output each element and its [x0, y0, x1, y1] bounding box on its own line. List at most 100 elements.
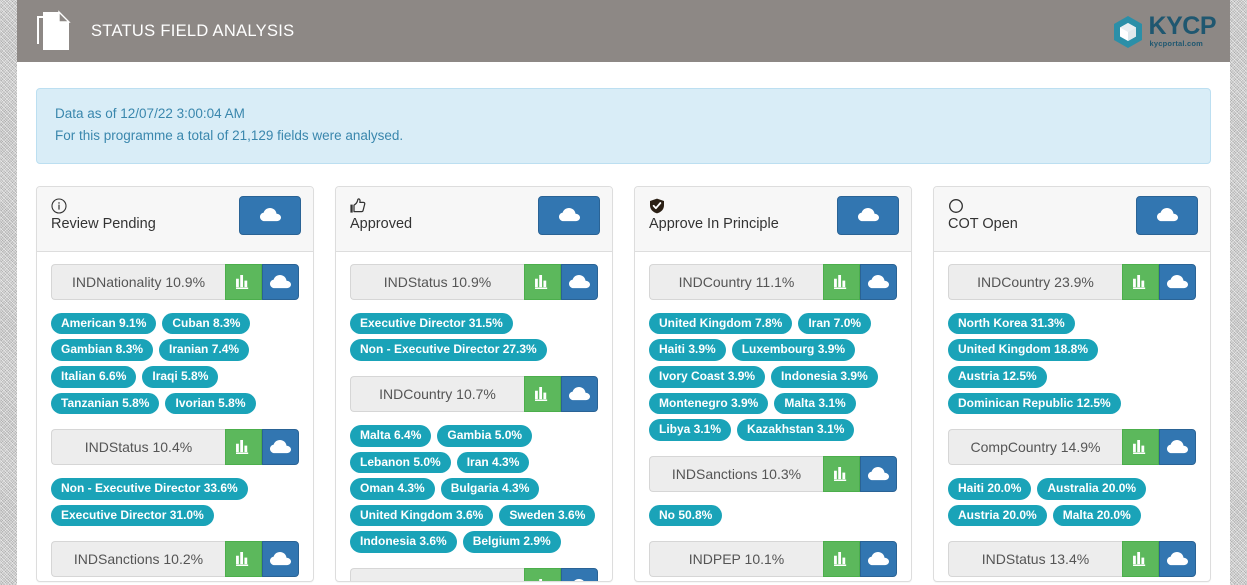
value-tag[interactable]: Libya 3.1%: [649, 419, 732, 441]
value-tag[interactable]: Ivory Coast 3.9%: [649, 365, 766, 388]
panel-download-button[interactable]: [239, 195, 301, 235]
value-tag[interactable]: Iran 7.0%: [798, 312, 872, 335]
field-download-button[interactable]: [1159, 429, 1196, 466]
value-tag[interactable]: Bulgaria 4.3%: [440, 478, 540, 500]
field-value-tags: Malta 6.4% Gambia 5.0% Lebanon 5.0% Iran 4.…: [350, 424, 598, 553]
status-panel: COT Open INDCountry 23.9% North Korea 31.3…: [933, 185, 1211, 582]
value-tag[interactable]: Non - Executive Director 27.3%: [350, 339, 547, 361]
cloud-download-icon: [259, 208, 281, 222]
value-tag[interactable]: Australia 20.0%: [1037, 478, 1147, 500]
field-value-tags: Executive Director 31.5% Non - Executive …: [350, 312, 598, 361]
value-tag[interactable]: Montenegro 3.9%: [649, 392, 769, 415]
field-label: INDCountry 11.1%: [649, 263, 823, 300]
bar-chart-icon: [236, 440, 251, 455]
value-tag[interactable]: Kazakhstan 3.1%: [737, 419, 855, 441]
field-chart-button[interactable]: [1122, 263, 1159, 300]
value-tag[interactable]: Lebanon 5.0%: [350, 451, 451, 474]
field-download-button[interactable]: [860, 541, 897, 578]
field-chart-button[interactable]: [524, 567, 561, 581]
value-tag[interactable]: Indonesia 3.6%: [350, 531, 457, 553]
field-row: INDSanctions 10.3%: [649, 455, 897, 492]
value-tag[interactable]: Iranian 7.4%: [159, 339, 250, 361]
value-tag[interactable]: Luxembourg 3.9%: [731, 339, 856, 361]
banner-data-timestamp: Data as of 12/07/22 3:00:04 AM: [55, 106, 245, 121]
field-download-button[interactable]: [262, 263, 299, 300]
value-tag[interactable]: Iraqi 5.8%: [142, 365, 219, 388]
panel-download-button[interactable]: [538, 195, 600, 235]
panel-download-button[interactable]: [837, 195, 899, 235]
value-tag[interactable]: Haiti 20.0%: [948, 478, 1032, 500]
field-download-button[interactable]: [561, 263, 598, 300]
value-tag[interactable]: United Kingdom 3.6%: [350, 504, 494, 527]
value-tag[interactable]: Haiti 3.9%: [649, 339, 726, 361]
value-tag[interactable]: No 50.8%: [649, 504, 723, 527]
cloud-download-icon: [868, 466, 889, 481]
panel-body: INDNationality 10.9% American 9.1% Cuban 8…: [37, 252, 313, 581]
field-chart-button[interactable]: [225, 541, 262, 578]
field-download-button[interactable]: [262, 429, 299, 466]
value-tag[interactable]: Malta 6.4%: [350, 424, 432, 447]
field-row: INDCountry 11.1%: [649, 263, 897, 300]
value-tag[interactable]: Malta 3.1%: [774, 392, 856, 415]
field-download-button[interactable]: [1159, 263, 1196, 300]
value-tag[interactable]: Austria 12.5%: [948, 365, 1047, 388]
kycp-logo: KYCP kycportal.com: [1111, 14, 1217, 48]
field-download-button[interactable]: [561, 375, 598, 412]
field-chart-button[interactable]: [823, 263, 860, 300]
field-row: CompCountry 14.9%: [948, 429, 1196, 466]
field-download-button[interactable]: [1159, 541, 1196, 578]
value-tag[interactable]: Gambian 8.3%: [51, 339, 154, 361]
value-tag[interactable]: Non - Executive Director 33.6%: [51, 478, 248, 500]
value-tag[interactable]: Belgium 2.9%: [462, 531, 561, 553]
field-download-button[interactable]: [561, 567, 598, 581]
value-tag[interactable]: Italian 6.6%: [51, 365, 137, 388]
cloud-download-icon: [1167, 440, 1188, 454]
panel-header: COT Open: [934, 186, 1210, 252]
value-tag[interactable]: United Kingdom 18.8%: [948, 339, 1099, 361]
value-tag[interactable]: Dominican Republic 12.5%: [948, 392, 1121, 415]
value-tag[interactable]: Executive Director 31.5%: [350, 312, 513, 335]
value-tag[interactable]: Oman 4.3%: [350, 478, 435, 500]
bar-chart-icon: [236, 552, 251, 567]
value-tag[interactable]: Sweden 3.6%: [499, 504, 596, 527]
value-tag[interactable]: Austria 20.0%: [948, 504, 1047, 527]
cube-logo-icon: [1113, 16, 1142, 48]
panel-download-button[interactable]: [1136, 195, 1198, 235]
field-chart-button[interactable]: [524, 263, 561, 300]
value-tag[interactable]: Malta 20.0%: [1052, 504, 1141, 527]
page-sheet: STATUS FIELD ANALYSIS KYCP kycportal.com…: [17, 0, 1230, 585]
bar-chart-icon: [834, 274, 849, 289]
value-tag[interactable]: Gambia 5.0%: [437, 424, 533, 447]
field-chart-button[interactable]: [823, 541, 860, 578]
value-tag[interactable]: American 9.1%: [51, 312, 157, 335]
field-chart-button[interactable]: [524, 375, 561, 412]
value-tag[interactable]: Iran 4.3%: [456, 451, 530, 474]
cloud-download-icon: [569, 386, 590, 401]
cloud-download-icon: [270, 274, 291, 289]
value-tag[interactable]: Indonesia 3.9%: [771, 365, 878, 388]
field-chart-button[interactable]: [1122, 429, 1159, 466]
value-tag[interactable]: United Kingdom 7.8%: [649, 312, 793, 335]
value-tag[interactable]: Cuban 8.3%: [162, 312, 251, 335]
value-tag[interactable]: Ivorian 5.8%: [165, 392, 256, 415]
panel-title: Approve In Principle: [649, 215, 779, 232]
field-download-button[interactable]: [262, 541, 299, 578]
thumbs-up-icon: [350, 198, 412, 214]
field-chart-button[interactable]: [225, 263, 262, 300]
field-download-button[interactable]: [860, 455, 897, 492]
field-chart-button[interactable]: [823, 455, 860, 492]
field-row: INDSanctions 10.2%: [51, 541, 299, 578]
data-info-banner: Data as of 12/07/22 3:00:04 AM For this …: [36, 88, 1211, 164]
bar-chart-icon: [834, 552, 849, 567]
field-label: INDCountry 23.9%: [948, 263, 1122, 300]
value-tag[interactable]: Tanzanian 5.8%: [51, 392, 160, 415]
panel-header-left: Review Pending: [51, 196, 156, 232]
field-download-button[interactable]: [860, 263, 897, 300]
field-chart-button[interactable]: [225, 429, 262, 466]
value-tag[interactable]: North Korea 31.3%: [948, 312, 1075, 335]
value-tag[interactable]: Executive Director 31.0%: [51, 504, 214, 527]
field-row: [350, 567, 598, 581]
panel-body: INDCountry 11.1% United Kingdom 7.8% Iran …: [635, 252, 911, 581]
field-chart-button[interactable]: [1122, 541, 1159, 578]
content-area: Data as of 12/07/22 3:00:04 AM For this …: [17, 62, 1230, 582]
